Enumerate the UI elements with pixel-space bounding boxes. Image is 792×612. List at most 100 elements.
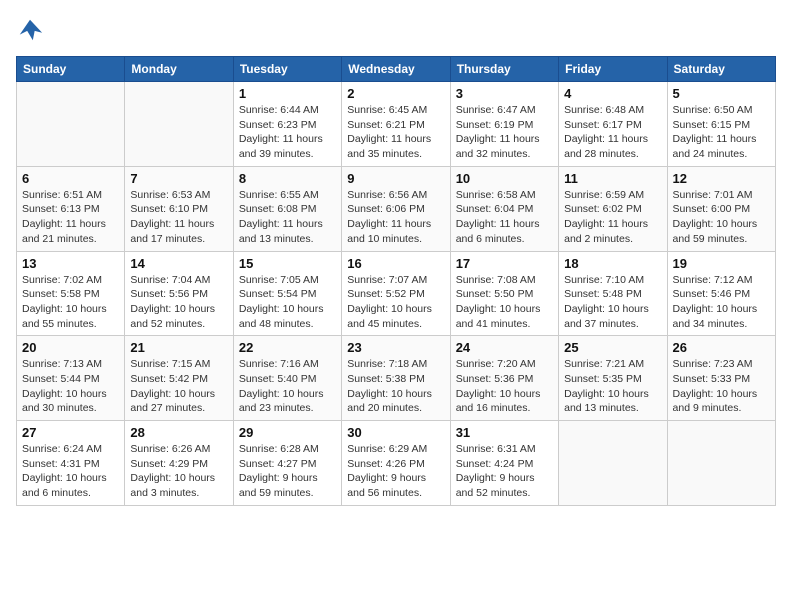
day-number: 21 [130, 340, 227, 355]
day-number: 5 [673, 86, 770, 101]
day-info: Sunrise: 6:59 AM Sunset: 6:02 PM Dayligh… [564, 188, 661, 247]
day-info: Sunrise: 6:50 AM Sunset: 6:15 PM Dayligh… [673, 103, 770, 162]
calendar-cell [559, 421, 667, 506]
calendar-cell [17, 82, 125, 167]
day-info: Sunrise: 7:01 AM Sunset: 6:00 PM Dayligh… [673, 188, 770, 247]
day-number: 11 [564, 171, 661, 186]
day-info: Sunrise: 6:31 AM Sunset: 4:24 PM Dayligh… [456, 442, 553, 501]
day-info: Sunrise: 7:07 AM Sunset: 5:52 PM Dayligh… [347, 273, 444, 332]
header-sunday: Sunday [17, 57, 125, 82]
day-number: 19 [673, 256, 770, 271]
day-info: Sunrise: 6:44 AM Sunset: 6:23 PM Dayligh… [239, 103, 336, 162]
calendar-cell: 8 Sunrise: 6:55 AM Sunset: 6:08 PM Daylig… [233, 166, 341, 251]
day-info: Sunrise: 7:15 AM Sunset: 5:42 PM Dayligh… [130, 357, 227, 416]
day-number: 6 [22, 171, 119, 186]
calendar-cell: 11 Sunrise: 6:59 AM Sunset: 6:02 PM Dayli… [559, 166, 667, 251]
day-number: 25 [564, 340, 661, 355]
calendar-cell: 30 Sunrise: 6:29 AM Sunset: 4:26 PM Dayli… [342, 421, 450, 506]
day-info: Sunrise: 7:13 AM Sunset: 5:44 PM Dayligh… [22, 357, 119, 416]
calendar-week-0: 1 Sunrise: 6:44 AM Sunset: 6:23 PM Daylig… [17, 82, 776, 167]
calendar-week-1: 6 Sunrise: 6:51 AM Sunset: 6:13 PM Daylig… [17, 166, 776, 251]
calendar-header-row: SundayMondayTuesdayWednesdayThursdayFrid… [17, 57, 776, 82]
calendar-cell [125, 82, 233, 167]
day-info: Sunrise: 6:48 AM Sunset: 6:17 PM Dayligh… [564, 103, 661, 162]
calendar-cell: 18 Sunrise: 7:10 AM Sunset: 5:48 PM Dayli… [559, 251, 667, 336]
day-info: Sunrise: 7:18 AM Sunset: 5:38 PM Dayligh… [347, 357, 444, 416]
calendar-cell: 22 Sunrise: 7:16 AM Sunset: 5:40 PM Dayli… [233, 336, 341, 421]
day-info: Sunrise: 6:26 AM Sunset: 4:29 PM Dayligh… [130, 442, 227, 501]
day-info: Sunrise: 7:12 AM Sunset: 5:46 PM Dayligh… [673, 273, 770, 332]
day-info: Sunrise: 6:55 AM Sunset: 6:08 PM Dayligh… [239, 188, 336, 247]
day-info: Sunrise: 7:23 AM Sunset: 5:33 PM Dayligh… [673, 357, 770, 416]
day-number: 10 [456, 171, 553, 186]
calendar-cell: 4 Sunrise: 6:48 AM Sunset: 6:17 PM Daylig… [559, 82, 667, 167]
calendar-week-4: 27Sunrise: 6:24 AM Sunset: 4:31 PM Dayli… [17, 421, 776, 506]
calendar-cell [667, 421, 775, 506]
day-number: 31 [456, 425, 553, 440]
calendar-cell: 27Sunrise: 6:24 AM Sunset: 4:31 PM Dayli… [17, 421, 125, 506]
header-monday: Monday [125, 57, 233, 82]
day-info: Sunrise: 7:16 AM Sunset: 5:40 PM Dayligh… [239, 357, 336, 416]
calendar-cell: 31 Sunrise: 6:31 AM Sunset: 4:24 PM Dayli… [450, 421, 558, 506]
calendar-cell: 14 Sunrise: 7:04 AM Sunset: 5:56 PM Dayli… [125, 251, 233, 336]
calendar-week-2: 13 Sunrise: 7:02 AM Sunset: 5:58 PM Dayli… [17, 251, 776, 336]
day-number: 2 [347, 86, 444, 101]
header-saturday: Saturday [667, 57, 775, 82]
calendar-cell: 2 Sunrise: 6:45 AM Sunset: 6:21 PM Daylig… [342, 82, 450, 167]
day-number: 8 [239, 171, 336, 186]
calendar-week-3: 20 Sunrise: 7:13 AM Sunset: 5:44 PM Dayli… [17, 336, 776, 421]
day-info: Sunrise: 7:20 AM Sunset: 5:36 PM Dayligh… [456, 357, 553, 416]
header-thursday: Thursday [450, 57, 558, 82]
calendar-cell: 10Sunrise: 6:58 AM Sunset: 6:04 PM Dayli… [450, 166, 558, 251]
day-info: Sunrise: 7:10 AM Sunset: 5:48 PM Dayligh… [564, 273, 661, 332]
logo [16, 16, 48, 44]
calendar-cell: 17Sunrise: 7:08 AM Sunset: 5:50 PM Dayli… [450, 251, 558, 336]
day-number: 7 [130, 171, 227, 186]
day-info: Sunrise: 7:02 AM Sunset: 5:58 PM Dayligh… [22, 273, 119, 332]
day-number: 12 [673, 171, 770, 186]
day-number: 24 [456, 340, 553, 355]
calendar-cell: 21 Sunrise: 7:15 AM Sunset: 5:42 PM Dayli… [125, 336, 233, 421]
day-number: 20 [22, 340, 119, 355]
day-info: Sunrise: 6:56 AM Sunset: 6:06 PM Dayligh… [347, 188, 444, 247]
day-number: 1 [239, 86, 336, 101]
calendar-cell: 5 Sunrise: 6:50 AM Sunset: 6:15 PM Daylig… [667, 82, 775, 167]
calendar-cell: 16 Sunrise: 7:07 AM Sunset: 5:52 PM Dayli… [342, 251, 450, 336]
day-info: Sunrise: 6:53 AM Sunset: 6:10 PM Dayligh… [130, 188, 227, 247]
day-number: 15 [239, 256, 336, 271]
day-info: Sunrise: 7:08 AM Sunset: 5:50 PM Dayligh… [456, 273, 553, 332]
day-number: 26 [673, 340, 770, 355]
day-number: 13 [22, 256, 119, 271]
day-info: Sunrise: 6:51 AM Sunset: 6:13 PM Dayligh… [22, 188, 119, 247]
day-info: Sunrise: 6:45 AM Sunset: 6:21 PM Dayligh… [347, 103, 444, 162]
calendar-cell: 23 Sunrise: 7:18 AM Sunset: 5:38 PM Dayli… [342, 336, 450, 421]
header-friday: Friday [559, 57, 667, 82]
calendar-cell: 13 Sunrise: 7:02 AM Sunset: 5:58 PM Dayli… [17, 251, 125, 336]
day-info: Sunrise: 6:28 AM Sunset: 4:27 PM Dayligh… [239, 442, 336, 501]
day-number: 16 [347, 256, 444, 271]
day-number: 29 [239, 425, 336, 440]
day-number: 4 [564, 86, 661, 101]
day-info: Sunrise: 7:05 AM Sunset: 5:54 PM Dayligh… [239, 273, 336, 332]
calendar-cell: 12 Sunrise: 7:01 AM Sunset: 6:00 PM Dayli… [667, 166, 775, 251]
day-info: Sunrise: 6:24 AM Sunset: 4:31 PM Dayligh… [22, 442, 119, 501]
calendar-cell: 9 Sunrise: 6:56 AM Sunset: 6:06 PM Daylig… [342, 166, 450, 251]
day-info: Sunrise: 7:04 AM Sunset: 5:56 PM Dayligh… [130, 273, 227, 332]
calendar-cell: 1 Sunrise: 6:44 AM Sunset: 6:23 PM Daylig… [233, 82, 341, 167]
day-number: 22 [239, 340, 336, 355]
calendar-cell: 6 Sunrise: 6:51 AM Sunset: 6:13 PM Daylig… [17, 166, 125, 251]
day-number: 9 [347, 171, 444, 186]
day-number: 14 [130, 256, 227, 271]
day-info: Sunrise: 7:21 AM Sunset: 5:35 PM Dayligh… [564, 357, 661, 416]
day-number: 18 [564, 256, 661, 271]
day-info: Sunrise: 6:29 AM Sunset: 4:26 PM Dayligh… [347, 442, 444, 501]
calendar-cell: 25 Sunrise: 7:21 AM Sunset: 5:35 PM Dayli… [559, 336, 667, 421]
page-header [16, 16, 776, 44]
calendar-cell: 26 Sunrise: 7:23 AM Sunset: 5:33 PM Dayli… [667, 336, 775, 421]
calendar-cell: 29 Sunrise: 6:28 AM Sunset: 4:27 PM Dayli… [233, 421, 341, 506]
day-number: 23 [347, 340, 444, 355]
day-number: 3 [456, 86, 553, 101]
calendar-cell: 3Sunrise: 6:47 AM Sunset: 6:19 PM Daylig… [450, 82, 558, 167]
day-number: 30 [347, 425, 444, 440]
calendar-cell: 15 Sunrise: 7:05 AM Sunset: 5:54 PM Dayli… [233, 251, 341, 336]
